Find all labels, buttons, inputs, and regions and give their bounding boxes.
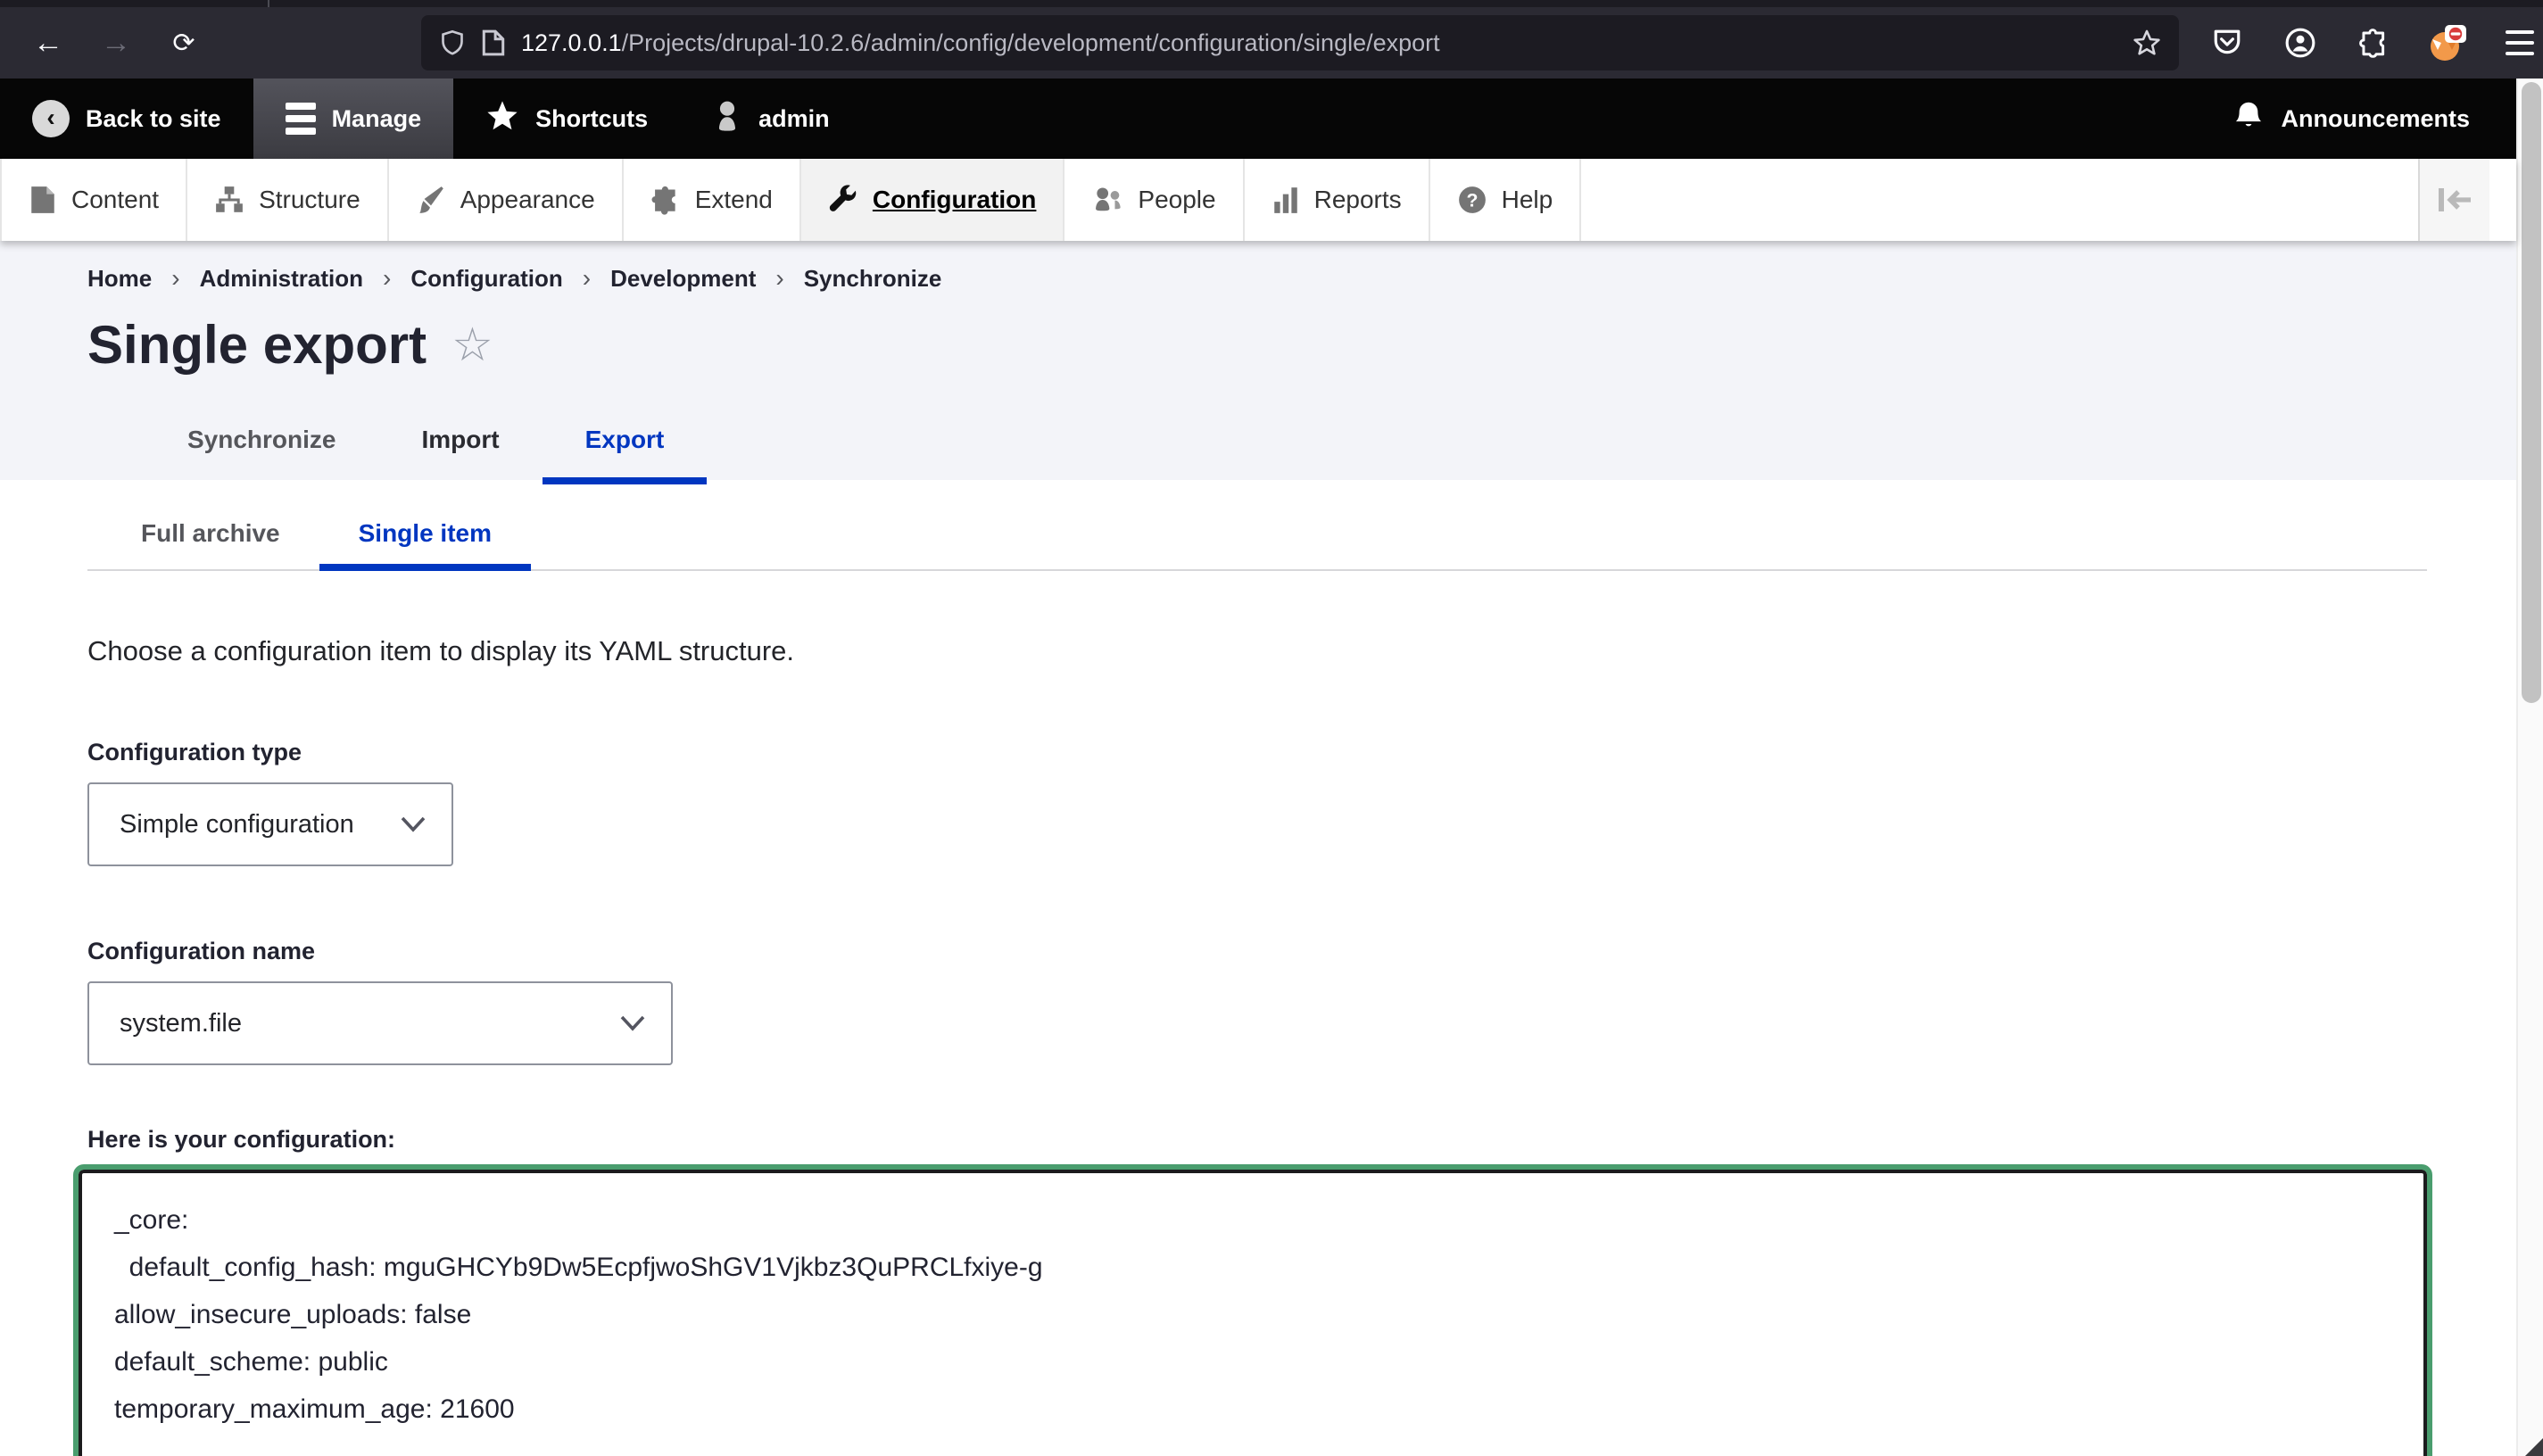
extensions-puzzle-icon[interactable] (2350, 20, 2397, 66)
sitemap-icon (214, 185, 244, 215)
breadcrumb: Home › Administration › Configuration › … (87, 264, 2516, 293)
yaml-output-textarea[interactable]: _core: default_config_hash: mguGHCYb9Dw5… (79, 1170, 2427, 1456)
shortcuts-star-icon (485, 99, 519, 139)
announcements-button[interactable]: Announcements (2225, 99, 2477, 139)
question-circle-icon: ? (1457, 185, 1487, 215)
browser-chrome: ← → ⟳ 127.0.0.1/Projects/drupal-10.2.6/a… (0, 0, 2543, 79)
menu-item-help[interactable]: ? Help (1430, 159, 1582, 241)
tab-synchronize[interactable]: Synchronize (145, 402, 378, 484)
window-corner (2525, 1438, 2543, 1456)
breadcrumb-administration[interactable]: Administration (200, 265, 363, 293)
breadcrumb-separator: › (583, 264, 591, 293)
intro-text: Choose a configuration item to display i… (87, 635, 2516, 667)
menu-hamburger-icon[interactable] (2497, 20, 2543, 66)
user-menu-button[interactable]: admin (680, 79, 862, 159)
page-icon[interactable] (482, 29, 505, 56)
page-region: Home › Administration › Configuration › … (0, 241, 2516, 1456)
chevron-down-icon (619, 1014, 646, 1032)
tab-strip-edge (0, 0, 2543, 7)
page-header: Home › Administration › Configuration › … (0, 241, 2516, 480)
shield-icon[interactable] (439, 29, 466, 56)
page-title: Single export ☆ (87, 314, 2516, 376)
bell-icon (2232, 99, 2265, 139)
menu-item-extend[interactable]: Extend (624, 159, 801, 241)
scrollbar-thumb[interactable] (2522, 82, 2541, 703)
page-scrollbar (2516, 79, 2543, 1456)
collapse-left-icon (2437, 186, 2473, 213)
shortcuts-button[interactable]: Shortcuts (453, 79, 680, 159)
puzzle-icon (650, 185, 681, 215)
manage-button[interactable]: Manage (253, 79, 454, 159)
bookmark-star-icon[interactable] (2133, 29, 2161, 57)
secondary-tabs: Full archive Single item (87, 501, 2427, 571)
breadcrumb-separator: › (171, 264, 179, 293)
tab-full-archive[interactable]: Full archive (102, 501, 319, 571)
browser-forward-button[interactable]: → (89, 16, 143, 70)
menu-item-people[interactable]: People (1064, 159, 1244, 241)
toolbar-collapse-button[interactable] (2418, 159, 2489, 241)
tab-single-item[interactable]: Single item (319, 501, 531, 571)
primary-tabs: Synchronize Import Export (145, 402, 2516, 484)
breadcrumb-configuration[interactable]: Configuration (410, 265, 562, 293)
browser-back-button[interactable]: ← (21, 16, 75, 70)
configuration-output-label: Here is your configuration: (87, 1126, 2516, 1154)
back-to-site-icon: ‹ (32, 100, 70, 137)
url-text: 127.0.0.1/Projects/drupal-10.2.6/admin/c… (521, 29, 2118, 57)
svg-text:?: ? (1466, 190, 1478, 211)
people-icon (1091, 185, 1123, 215)
favorite-star-icon[interactable]: ☆ (451, 318, 493, 372)
drupal-toolbar: ‹ Back to site Manage Shortcuts admin A (0, 79, 2516, 159)
breadcrumb-separator: › (383, 264, 391, 293)
browser-window: ← → ⟳ 127.0.0.1/Projects/drupal-10.2.6/a… (0, 0, 2543, 1456)
bar-chart-icon (1272, 185, 1300, 215)
configuration-type-label: Configuration type (87, 739, 2516, 766)
wrench-icon (828, 185, 858, 215)
page-content: Full archive Single item Choose a config… (0, 501, 2516, 1456)
pocket-icon[interactable] (2204, 20, 2250, 66)
adblock-extension-icon[interactable] (2423, 20, 2470, 66)
breadcrumb-separator: › (775, 264, 783, 293)
menu-item-structure[interactable]: Structure (187, 159, 389, 241)
user-person-icon (712, 99, 742, 139)
breadcrumb-synchronize[interactable]: Synchronize (804, 265, 942, 293)
file-page-icon (29, 185, 57, 215)
configuration-name-label: Configuration name (87, 938, 2516, 965)
url-bar[interactable]: 127.0.0.1/Projects/drupal-10.2.6/admin/c… (421, 15, 2179, 70)
browser-reload-button[interactable]: ⟳ (157, 16, 211, 70)
admin-menu-bar: Content Structure Appearance Extend Conf… (0, 159, 2516, 241)
menu-item-appearance[interactable]: Appearance (389, 159, 624, 241)
chevron-down-icon (400, 815, 427, 833)
menu-item-reports[interactable]: Reports (1245, 159, 1430, 241)
tab-export[interactable]: Export (543, 402, 708, 484)
paintbrush-icon (416, 185, 446, 215)
configuration-name-select[interactable]: system.file (87, 981, 673, 1065)
back-to-site-button[interactable]: ‹ Back to site (0, 79, 253, 159)
menu-item-content[interactable]: Content (0, 159, 187, 241)
menu-item-configuration[interactable]: Configuration (801, 159, 1065, 241)
account-icon[interactable] (2277, 20, 2323, 66)
breadcrumb-home[interactable]: Home (87, 265, 152, 293)
breadcrumb-development[interactable]: Development (610, 265, 756, 293)
tab-import[interactable]: Import (378, 402, 542, 484)
manage-hamburger-icon (286, 103, 316, 135)
configuration-type-select[interactable]: Simple configuration (87, 782, 453, 866)
